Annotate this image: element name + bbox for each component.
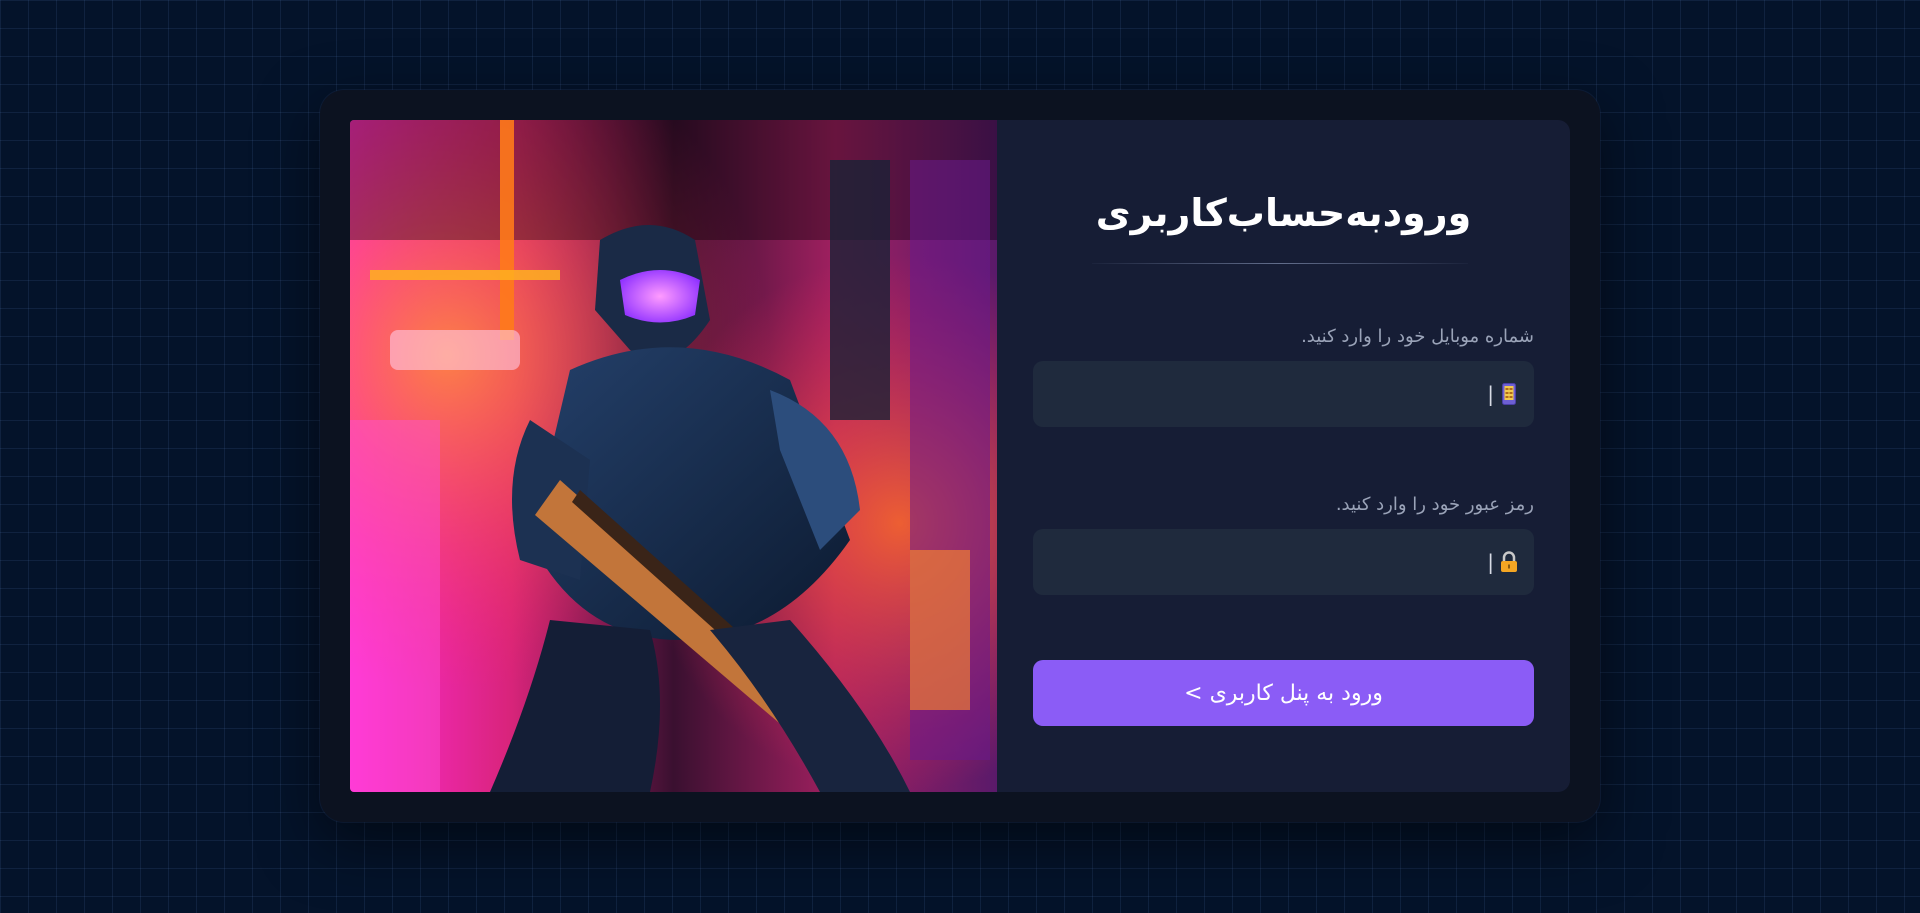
phone-field[interactable]: | bbox=[1033, 361, 1534, 427]
password-separator: | bbox=[1487, 550, 1494, 574]
login-card: ورودبه‌حساب‌کاربری شماره موبایل خود را و… bbox=[320, 90, 1600, 822]
password-input[interactable] bbox=[1033, 529, 1480, 595]
phone-input[interactable] bbox=[1033, 361, 1480, 427]
password-field[interactable]: | bbox=[1033, 529, 1534, 595]
login-submit-button[interactable]: ورود به پنل کاربری > bbox=[1033, 660, 1534, 726]
lock-icon bbox=[1500, 551, 1518, 573]
password-label: رمز عبور خود را وارد کنید. bbox=[1335, 494, 1534, 515]
page-title: ورودبه‌حساب‌کاربری bbox=[1095, 191, 1472, 235]
login-panel: ورودبه‌حساب‌کاربری شماره موبایل خود را و… bbox=[997, 120, 1570, 792]
hero-image bbox=[350, 120, 997, 792]
title-divider bbox=[1092, 263, 1468, 264]
cyberpunk-soldier-illustration bbox=[350, 120, 997, 792]
mobile-phone-icon bbox=[1500, 383, 1518, 405]
phone-label: شماره موبایل خود را وارد کنید. bbox=[1301, 326, 1534, 347]
phone-separator: | bbox=[1487, 382, 1494, 406]
